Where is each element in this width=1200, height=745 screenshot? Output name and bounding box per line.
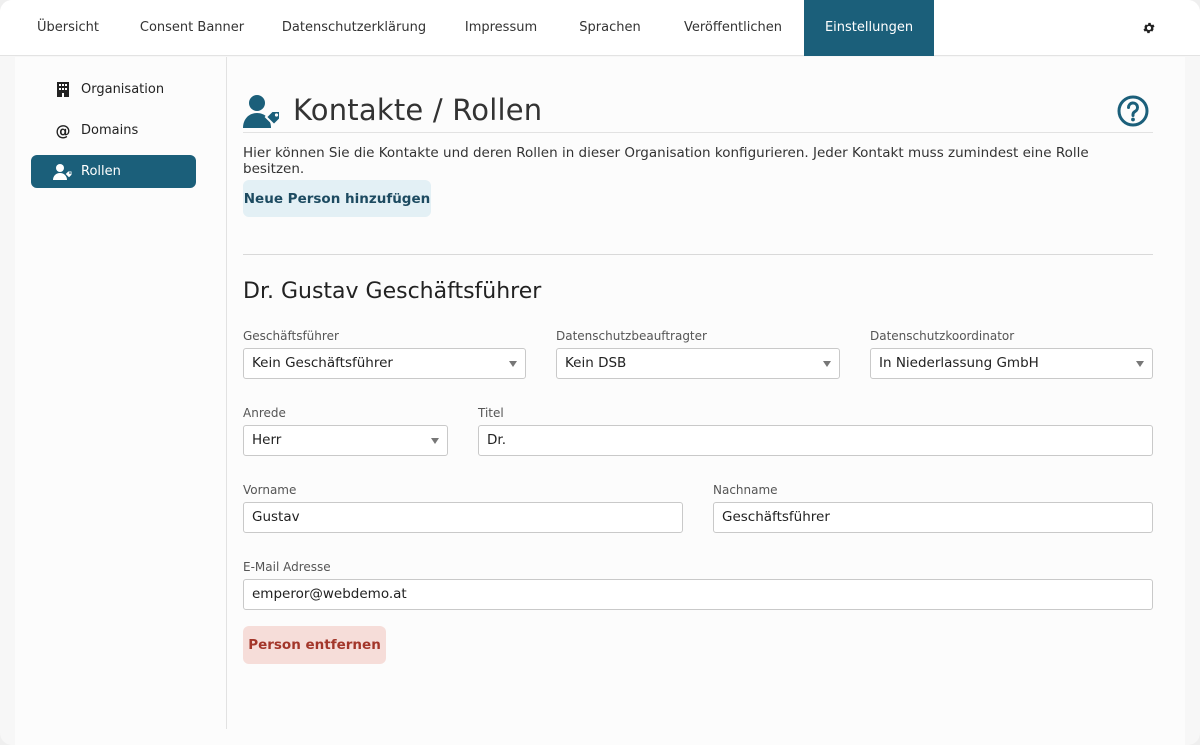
koordinator-select[interactable]: In Niederlassung GmbH [870, 348, 1153, 379]
settings-sidebar: Organisation @ Domains Rollen [15, 57, 227, 729]
sidebar-item-label: Organisation [81, 82, 165, 97]
building-icon [51, 82, 75, 97]
gear-icon[interactable] [1139, 18, 1159, 38]
tab-sprachen[interactable]: Sprachen [558, 0, 662, 56]
remove-person-button[interactable]: Person entfernen [243, 626, 386, 664]
nachname-label: Nachname [713, 483, 778, 497]
geschaeftsfuehrer-value: Kein Geschäftsführer [252, 355, 393, 371]
main-content: Kontakte / Rollen Hier können Sie die Ko… [243, 57, 1153, 745]
page-description: Hier können Sie die Kontakte und deren R… [243, 145, 1089, 177]
email-label: E-Mail Adresse [243, 560, 331, 574]
titel-input[interactable]: Dr. [478, 425, 1153, 456]
content-card: Organisation @ Domains Rollen Kontakte /… [15, 57, 1185, 745]
nachname-input[interactable]: Geschäftsführer [713, 502, 1153, 533]
koordinator-value: In Niederlassung GmbH [879, 355, 1039, 371]
chevron-down-icon [823, 361, 831, 367]
dsb-label: Datenschutzbeauftragter [556, 329, 707, 343]
geschaeftsfuehrer-select[interactable]: Kein Geschäftsführer [243, 348, 526, 379]
add-person-button[interactable]: Neue Person hinzufügen [243, 180, 431, 217]
sidebar-item-label: Rollen [81, 164, 121, 179]
tab-impressum[interactable]: Impressum [444, 0, 558, 56]
sidebar-item-label: Domains [81, 123, 139, 138]
help-icon[interactable] [1117, 95, 1149, 131]
tab-veroeffentlichen[interactable]: Veröffentlichen [662, 0, 804, 56]
email-input[interactable]: emperor@webdemo.at [243, 579, 1153, 610]
vorname-label: Vorname [243, 483, 297, 497]
geschaeftsfuehrer-label: Geschäftsführer [243, 329, 339, 343]
tab-datenschutzerklaerung[interactable]: Datenschutzerklärung [264, 0, 444, 56]
tab-einstellungen[interactable]: Einstellungen [804, 0, 934, 56]
page-header: Kontakte / Rollen [243, 93, 1153, 133]
chevron-down-icon [431, 438, 439, 444]
koordinator-label: Datenschutzkoordinator [870, 329, 1015, 343]
sidebar-item-rollen[interactable]: Rollen [31, 155, 196, 188]
anrede-select[interactable]: Herr [243, 425, 448, 456]
tab-uebersicht[interactable]: Übersicht [16, 0, 120, 56]
anrede-value: Herr [252, 432, 282, 448]
anrede-label: Anrede [243, 406, 286, 420]
dsb-value: Kein DSB [565, 355, 627, 371]
user-tag-icon [243, 95, 283, 133]
top-navigation: Übersicht Consent Banner Datenschutzerkl… [0, 0, 1200, 56]
dsb-select[interactable]: Kein DSB [556, 348, 840, 379]
chevron-down-icon [1136, 361, 1144, 367]
at-icon: @ [55, 121, 71, 140]
app-window: Übersicht Consent Banner Datenschutzerkl… [0, 0, 1200, 745]
person-name-heading: Dr. Gustav Geschäftsführer [243, 279, 542, 304]
vorname-input[interactable]: Gustav [243, 502, 683, 533]
sidebar-item-organisation[interactable]: Organisation [31, 73, 196, 106]
titel-label: Titel [478, 406, 504, 420]
sidebar-item-domains[interactable]: @ Domains [31, 114, 196, 147]
page-title: Kontakte / Rollen [293, 93, 543, 127]
chevron-down-icon [509, 361, 517, 367]
tab-consent-banner[interactable]: Consent Banner [120, 0, 264, 56]
user-tag-icon [51, 163, 75, 180]
divider [243, 254, 1153, 255]
